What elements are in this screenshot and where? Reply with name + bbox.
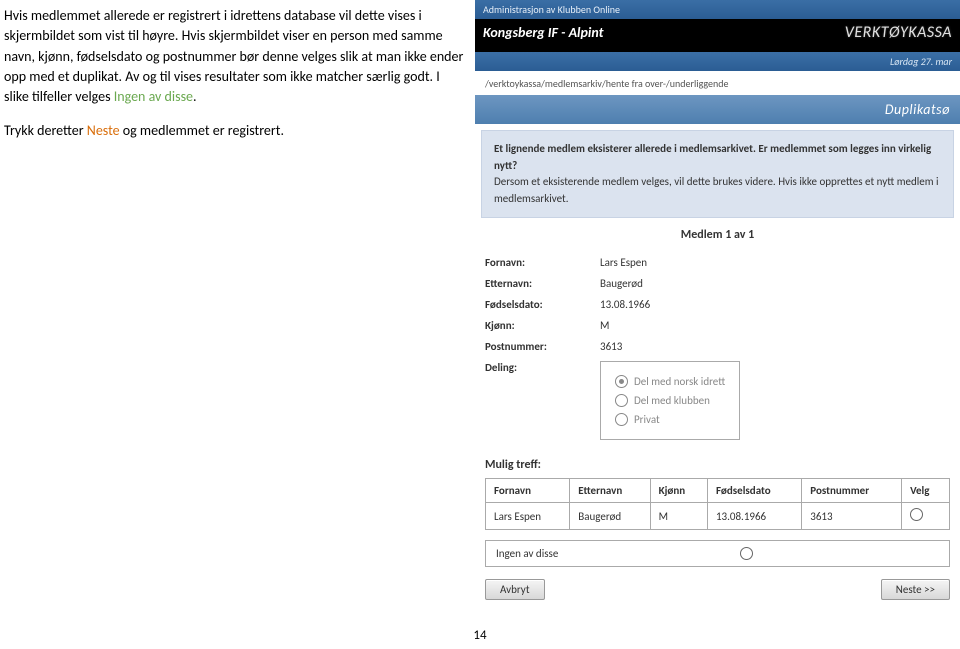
tool-name: VERKTØYKASSA [845, 23, 952, 42]
col-postnr: Postnummer [802, 479, 902, 503]
instr-text-2a: Trykk deretter [4, 122, 87, 139]
description-box: Et lignende medlem eksisterer allerede i… [481, 130, 954, 218]
instr-text-1: Hvis medlemmet allerede er registrert i … [4, 7, 463, 105]
date-bar: Lørdag 27. mar [475, 52, 960, 71]
deling-option-norsk-idrett[interactable]: Del med norsk idrett [615, 372, 725, 391]
radio-icon [615, 413, 628, 426]
col-etternavn: Etternavn [570, 479, 650, 503]
deling-opt2-label: Del med klubben [634, 394, 710, 407]
instr1-dot: . [193, 88, 197, 105]
mulig-treff-heading: Mulig treff: [485, 458, 950, 472]
col-kjonn: Kjønn [650, 479, 707, 503]
instr-text-2b: og medlemmet er registrert. [123, 122, 284, 139]
hit-row: Lars Espen Baugerød M 13.08.1966 3613 [486, 503, 950, 530]
brand-bar: Kongsberg IF - Alpint VERKTØYKASSA [475, 19, 960, 52]
cell-kjonn: M [650, 503, 707, 530]
instruction-paragraph-1: Hvis medlemmet allerede er registrert i … [4, 6, 465, 107]
deling-option-klubben[interactable]: Del med klubben [615, 391, 725, 410]
instruction-paragraph-2: Trykk deretter Neste og medlemmet er reg… [4, 121, 465, 141]
cell-fdato: 13.08.1966 [707, 503, 801, 530]
radio-icon [615, 394, 628, 407]
member-counter: Medlem 1 av 1 [475, 228, 960, 242]
postnr-label: Postnummer: [485, 340, 600, 353]
hit-table-header: Fornavn Etternavn Kjønn Fødselsdato Post… [486, 479, 950, 503]
deling-option-privat[interactable]: Privat [615, 410, 725, 429]
desc-line-1: Et lignende medlem eksisterer allerede i… [494, 142, 931, 172]
hit-table-wrap: Fornavn Etternavn Kjønn Fødselsdato Post… [485, 478, 950, 530]
deling-opt1-label: Del med norsk idrett [634, 375, 725, 388]
deling-radio-group: Del med norsk idrett Del med klubben Pri… [600, 361, 740, 440]
admin-bar: Administrasjon av Klubben Online [475, 0, 960, 19]
cell-fornavn: Lars Espen [486, 503, 570, 530]
neste-ref: Neste [87, 122, 120, 139]
avbryt-button[interactable]: Avbryt [485, 579, 545, 600]
deling-opt3-label: Privat [634, 413, 660, 426]
hit-table: Fornavn Etternavn Kjønn Fødselsdato Post… [485, 478, 950, 530]
club-name: Kongsberg IF - Alpint [483, 24, 603, 41]
col-fdato: Fødselsdato [707, 479, 801, 503]
cell-velg[interactable] [902, 503, 950, 530]
radio-icon [910, 508, 923, 521]
ingen-label: Ingen av disse [496, 547, 558, 560]
fornavn-value: Lars Espen [600, 256, 647, 269]
button-row: Avbryt Neste >> [485, 579, 950, 600]
neste-button[interactable]: Neste >> [881, 579, 950, 600]
instruction-column: Hvis medlemmet allerede er registrert i … [0, 0, 475, 649]
cell-etternavn: Baugerød [570, 503, 650, 530]
deling-label: Deling: [485, 361, 600, 374]
ingen-av-disse-row[interactable]: Ingen av disse [485, 540, 950, 567]
page-title: Duplikatsø [475, 95, 960, 124]
etternavn-label: Etternavn: [485, 277, 600, 290]
desc-line-2: Dersom et eksisterende medlem velges, vi… [494, 175, 939, 205]
kjonn-label: Kjønn: [485, 319, 600, 332]
cell-postnr: 3613 [802, 503, 902, 530]
etternavn-value: Baugerød [600, 277, 643, 290]
member-info: Fornavn: Lars Espen Etternavn: Baugerød … [485, 252, 950, 444]
fdato-value: 13.08.1966 [600, 298, 650, 311]
breadcrumb: /verktoykassa/medlemsarkiv/hente fra ove… [475, 71, 960, 95]
radio-icon [615, 375, 628, 388]
postnr-value: 3613 [600, 340, 622, 353]
fdato-label: Fødselsdato: [485, 298, 600, 311]
page-number: 14 [0, 628, 960, 643]
kjonn-value: M [600, 319, 609, 332]
col-fornavn: Fornavn [486, 479, 570, 503]
col-velg: Velg [902, 479, 950, 503]
ingen-av-disse-ref: Ingen av disse [114, 88, 193, 105]
app-window: Administrasjon av Klubben Online Kongsbe… [475, 0, 960, 649]
fornavn-label: Fornavn: [485, 256, 600, 269]
radio-icon [740, 547, 753, 560]
